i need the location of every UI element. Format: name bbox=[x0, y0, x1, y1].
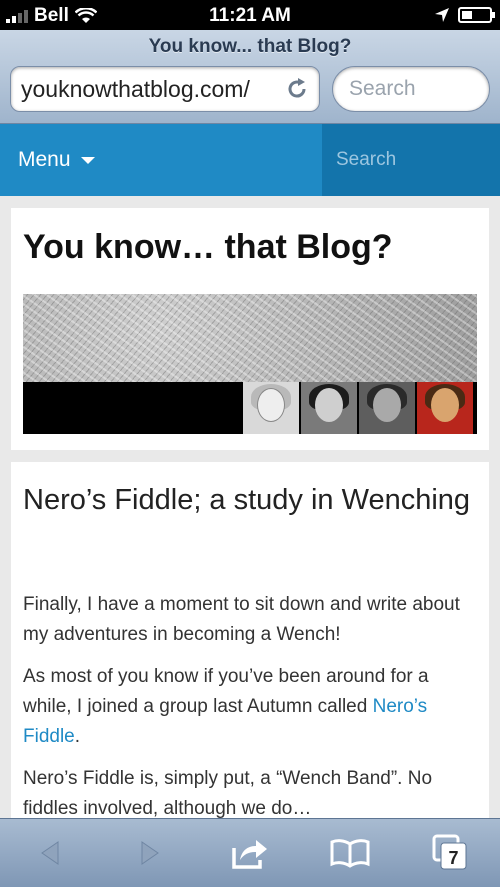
page-title: You know... that Blog? bbox=[148, 36, 352, 57]
status-time: 11:21 AM bbox=[209, 5, 291, 26]
post-card: Nero’s Fiddle; a study in Wenching Final… bbox=[11, 462, 489, 822]
menu-label: Menu bbox=[18, 148, 71, 171]
status-bar: Bell 11:21 AM bbox=[0, 0, 500, 30]
share-button[interactable] bbox=[225, 828, 275, 878]
back-arrow-icon bbox=[41, 841, 59, 865]
site-title[interactable]: You know… that Blog? bbox=[23, 228, 393, 267]
back-button[interactable] bbox=[25, 828, 75, 878]
bottom-toolbar: 7 bbox=[0, 818, 500, 887]
location-arrow-icon bbox=[435, 8, 449, 22]
status-right bbox=[434, 7, 495, 23]
url-text: youknowthatblog.com/ bbox=[21, 75, 250, 102]
site-search-input[interactable]: Search bbox=[322, 124, 500, 196]
tabs-icon: 7 bbox=[432, 834, 467, 870]
portrait-dark bbox=[301, 382, 357, 434]
paragraph-text: . bbox=[74, 726, 81, 747]
post-title[interactable]: Nero’s Fiddle; a study in Wenching bbox=[23, 480, 473, 521]
post-paragraph: Finally, I have a moment to sit down and… bbox=[23, 594, 460, 645]
battery-icon bbox=[458, 7, 495, 23]
site-nav: Menu Search bbox=[0, 124, 500, 196]
bookmarks-button[interactable] bbox=[325, 828, 375, 878]
post-paragraph: As most of you know if you’ve been aroun… bbox=[23, 662, 479, 752]
browser-toolbar: You know... that Blog? youknowthatblog.c… bbox=[0, 30, 500, 124]
portrait-gray bbox=[359, 382, 415, 434]
header-card: You know… that Blog? bbox=[11, 208, 489, 450]
post-body: Finally, I have a moment to sit down and… bbox=[23, 590, 479, 822]
forward-arrow-icon bbox=[141, 841, 159, 865]
portrait-color bbox=[417, 382, 473, 434]
chevron-down-icon bbox=[80, 156, 95, 164]
header-banner-image[interactable] bbox=[23, 294, 477, 434]
reload-icon[interactable] bbox=[285, 77, 309, 101]
tab-count: 7 bbox=[448, 848, 458, 868]
tabs-button[interactable]: 7 bbox=[425, 828, 475, 878]
post-paragraph: Nero’s Fiddle is, simply put, a “Wench B… bbox=[23, 768, 433, 819]
url-field[interactable]: youknowthatblog.com/ bbox=[10, 66, 320, 112]
share-icon bbox=[232, 840, 267, 869]
forward-button[interactable] bbox=[125, 828, 175, 878]
menu-button[interactable]: Menu bbox=[0, 124, 322, 196]
bookmarks-icon bbox=[330, 839, 370, 868]
browser-search-field[interactable]: Search bbox=[332, 66, 490, 112]
banner-texture bbox=[23, 294, 477, 382]
paragraph-text: As most of you know if you’ve been aroun… bbox=[23, 666, 429, 717]
portrait-sketch bbox=[243, 382, 299, 434]
